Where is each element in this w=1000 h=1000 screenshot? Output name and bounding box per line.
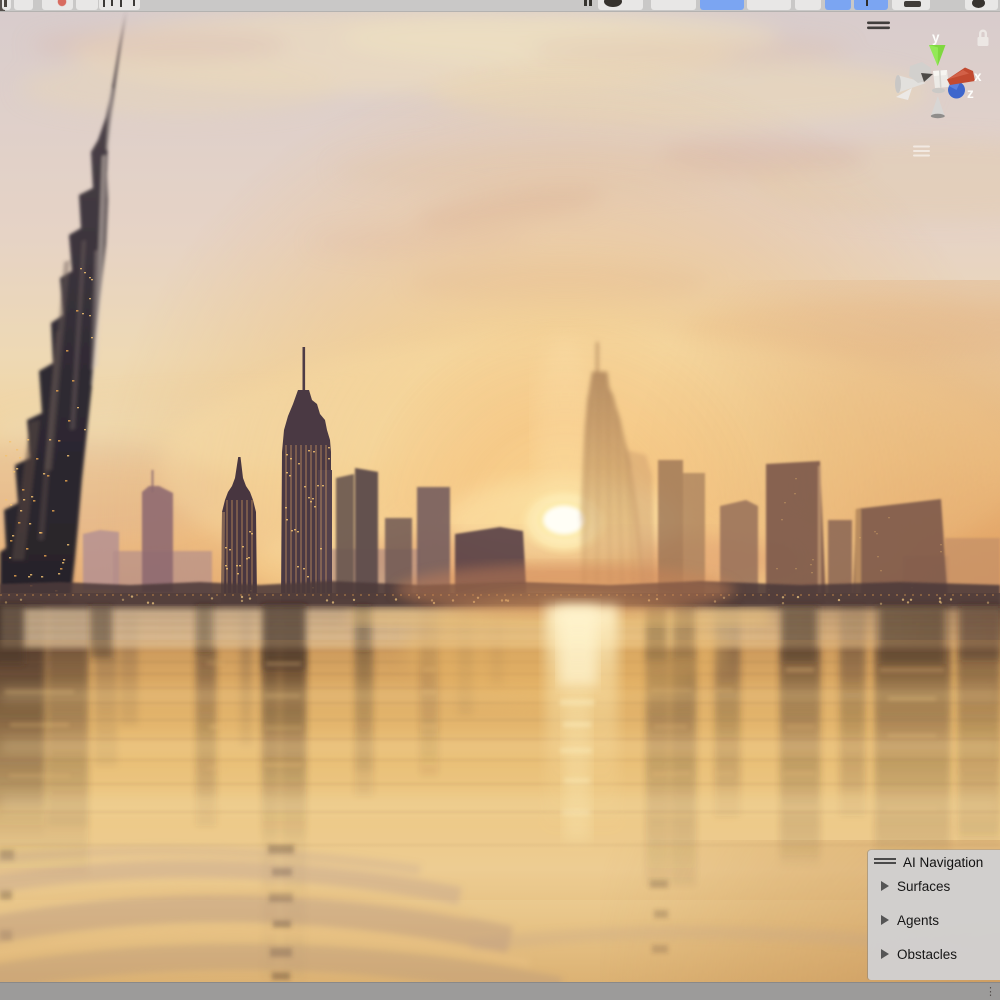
- svg-text:x: x: [974, 69, 982, 84]
- svg-text:y: y: [932, 30, 940, 45]
- svg-text:z: z: [967, 86, 974, 101]
